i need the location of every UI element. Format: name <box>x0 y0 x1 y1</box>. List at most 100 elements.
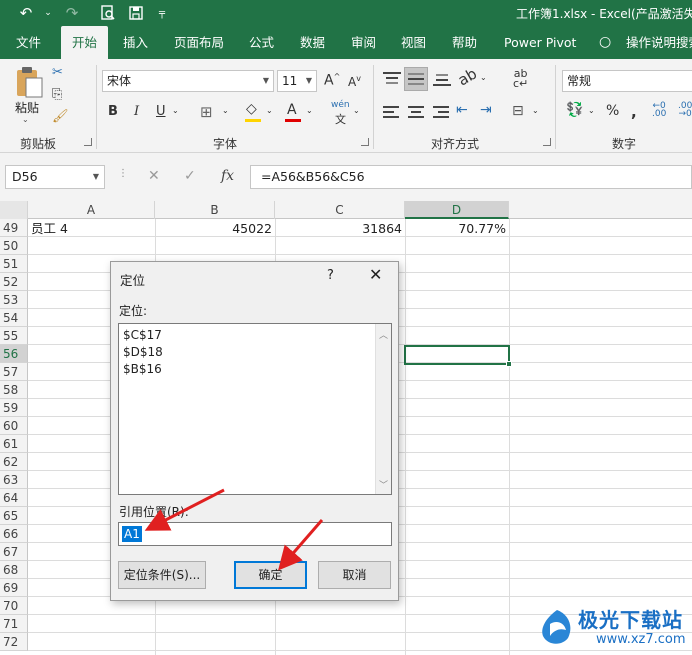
row-header-64[interactable]: 64 <box>0 489 28 507</box>
save-icon[interactable] <box>124 3 148 23</box>
insert-function-icon[interactable]: fx <box>221 168 234 184</box>
underline-dropdown-icon[interactable]: ⌄ <box>172 106 179 115</box>
wrap-text-icon[interactable]: ab c↵ <box>513 68 528 89</box>
tell-me-search[interactable]: 操作说明搜索 <box>626 26 692 59</box>
comma-style-icon[interactable]: , <box>631 103 637 121</box>
align-right-icon[interactable] <box>433 105 451 121</box>
phonetic-dropdown-icon[interactable]: ⌄ <box>353 106 360 115</box>
shrink-font-icon[interactable]: Av <box>348 74 361 89</box>
list-scrollbar[interactable]: ︿ ﹀ <box>375 324 391 494</box>
row-header-63[interactable]: 63 <box>0 471 28 489</box>
tab-power-pivot[interactable]: Power Pivot <box>504 26 576 59</box>
row-header-50[interactable]: 50 <box>0 237 28 255</box>
cell-b49[interactable]: 45022 <box>155 220 272 238</box>
row-header-62[interactable]: 62 <box>0 453 28 471</box>
row-header-66[interactable]: 66 <box>0 525 28 543</box>
copy-icon[interactable]: ⎘ <box>52 87 62 102</box>
row-header-49[interactable]: 49 <box>0 219 28 237</box>
confirm-entry-icon[interactable]: ✓ <box>184 168 196 184</box>
percent-style-button[interactable]: % <box>606 103 619 119</box>
select-all-button[interactable] <box>0 201 28 219</box>
cell-a49[interactable]: 员工 4 <box>31 220 68 238</box>
merge-dropdown-icon[interactable]: ⌄ <box>532 106 539 115</box>
print-preview-icon[interactable] <box>96 3 120 23</box>
paste-button[interactable]: 粘贴 <box>15 99 39 116</box>
align-left-icon[interactable] <box>383 105 401 121</box>
increase-indent-icon[interactable]: ⇥ <box>480 102 492 118</box>
formula-input[interactable]: =A56&B56&C56 <box>250 165 692 189</box>
font-launcher-icon[interactable] <box>361 138 369 146</box>
orientation-icon[interactable]: ab <box>455 65 480 90</box>
row-header-58[interactable]: 58 <box>0 381 28 399</box>
phonetic-icon[interactable]: wén <box>331 100 350 110</box>
fill-color-icon[interactable]: ◇ <box>246 101 257 117</box>
align-top-icon[interactable] <box>383 71 401 87</box>
column-header-a[interactable]: A <box>28 201 155 219</box>
row-header-53[interactable]: 53 <box>0 291 28 309</box>
row-header-52[interactable]: 52 <box>0 273 28 291</box>
row-header-70[interactable]: 70 <box>0 597 28 615</box>
border-icon[interactable]: ⊞ <box>200 103 213 121</box>
bold-button[interactable]: B <box>108 104 118 119</box>
underline-button[interactable]: U <box>156 104 166 119</box>
list-item[interactable]: $D$18 <box>123 344 163 360</box>
name-box[interactable]: D56 ▼ <box>5 165 105 189</box>
paste-icon[interactable] <box>14 65 44 99</box>
cancel-entry-icon[interactable]: ✕ <box>148 168 160 184</box>
row-header-72[interactable]: 72 <box>0 633 28 651</box>
tab-data[interactable]: 数据 <box>300 26 325 59</box>
tab-formulas[interactable]: 公式 <box>249 26 274 59</box>
grow-font-icon[interactable]: A^ <box>324 72 340 89</box>
accounting-format-icon[interactable]: 💱 <box>566 102 583 118</box>
tab-file[interactable]: 文件 <box>16 26 41 59</box>
tab-page-layout[interactable]: 页面布局 <box>174 26 224 59</box>
tab-insert[interactable]: 插入 <box>123 26 148 59</box>
decrease-decimal-icon[interactable]: .00 →0 <box>678 102 692 119</box>
orientation-dropdown-icon[interactable]: ⌄ <box>480 73 487 82</box>
undo-icon[interactable]: ↶ <box>14 3 38 23</box>
row-header-55[interactable]: 55 <box>0 327 28 345</box>
reference-input[interactable]: A1 <box>118 522 392 546</box>
row-header-59[interactable]: 59 <box>0 399 28 417</box>
row-header-51[interactable]: 51 <box>0 255 28 273</box>
selected-cell-d56[interactable] <box>404 345 512 367</box>
font-size-select[interactable]: 11 ▼ <box>277 70 317 92</box>
font-color-dropdown-icon[interactable]: ⌄ <box>306 106 313 115</box>
list-item[interactable]: $C$17 <box>123 327 162 343</box>
list-item[interactable]: $B$16 <box>123 361 162 377</box>
chevron-down-icon[interactable]: ﹀ <box>379 478 388 491</box>
align-center-icon[interactable] <box>408 105 426 121</box>
increase-decimal-icon[interactable]: ←0.00 <box>652 102 666 119</box>
align-bottom-icon[interactable] <box>433 71 451 87</box>
cancel-button[interactable]: 取消 <box>318 561 391 589</box>
fill-handle[interactable] <box>506 361 512 367</box>
fill-dropdown-icon[interactable]: ⌄ <box>266 106 273 115</box>
special-button[interactable]: 定位条件(S)... <box>118 561 206 589</box>
cell-c49[interactable]: 31864 <box>275 220 402 238</box>
help-button[interactable]: ? <box>327 268 334 283</box>
number-format-select[interactable]: 常规 <box>562 70 692 92</box>
accounting-dropdown-icon[interactable]: ⌄ <box>588 106 595 115</box>
italic-button[interactable]: I <box>134 104 139 119</box>
row-header-54[interactable]: 54 <box>0 309 28 327</box>
undo-dropdown-icon[interactable]: ⌄ <box>36 3 60 23</box>
align-middle-button[interactable] <box>404 67 428 91</box>
column-header-d[interactable]: D <box>405 201 509 219</box>
cut-icon[interactable]: ✂ <box>52 65 63 80</box>
row-header-61[interactable]: 61 <box>0 435 28 453</box>
format-painter-icon[interactable]: 🖌 <box>52 109 69 124</box>
row-header-56[interactable]: 56 <box>0 345 28 363</box>
row-header-57[interactable]: 57 <box>0 363 28 381</box>
close-icon[interactable]: ✕ <box>369 265 382 284</box>
goto-list[interactable]: $C$17 $D$18 $B$16 ︿ ﹀ <box>118 323 392 495</box>
border-dropdown-icon[interactable]: ⌄ <box>222 106 229 115</box>
tab-help[interactable]: 帮助 <box>452 26 477 59</box>
tab-review[interactable]: 审阅 <box>351 26 376 59</box>
alignment-launcher-icon[interactable] <box>543 138 551 146</box>
decrease-indent-icon[interactable]: ⇤ <box>456 102 468 118</box>
clipboard-launcher-icon[interactable] <box>84 138 92 146</box>
tab-view[interactable]: 视图 <box>401 26 426 59</box>
merge-center-icon[interactable]: ⊟ <box>512 103 524 119</box>
column-header-b[interactable]: B <box>155 201 275 219</box>
row-header-65[interactable]: 65 <box>0 507 28 525</box>
